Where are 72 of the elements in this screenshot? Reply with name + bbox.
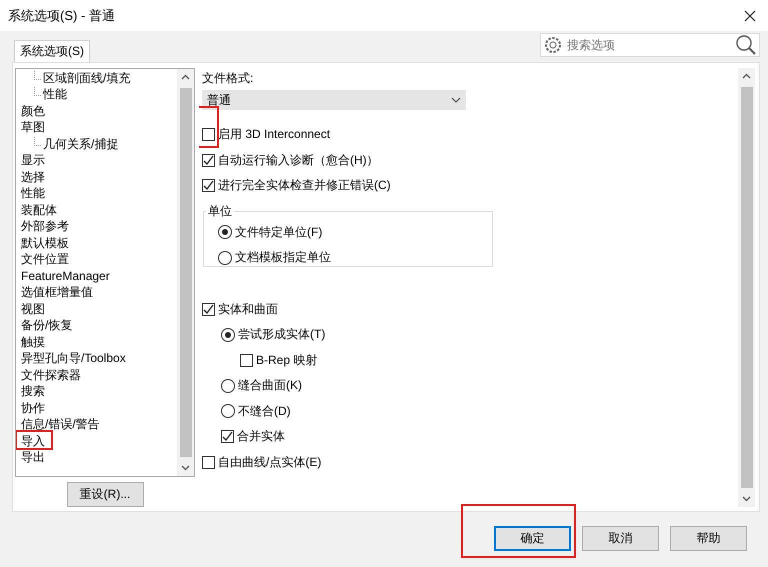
radio-button[interactable] xyxy=(221,404,235,418)
tree-connector-icon xyxy=(34,136,41,146)
tree-item[interactable]: 文件位置 xyxy=(21,251,69,268)
settings-icon[interactable] xyxy=(543,35,563,55)
tree-item[interactable]: 备份/恢复 xyxy=(21,317,72,334)
group-title: 单位 xyxy=(207,202,233,220)
radio-label: 不缝合(D) xyxy=(238,402,291,420)
checkbox[interactable] xyxy=(202,456,215,469)
checkbox[interactable] xyxy=(202,179,215,192)
radio-button[interactable] xyxy=(218,225,232,240)
checkbox[interactable] xyxy=(221,430,234,444)
checkbox-label: 自动运行输入诊断（愈合(H)） xyxy=(218,152,379,169)
checkmark-icon xyxy=(203,180,214,192)
radio-label: 文档模板指定单位 xyxy=(235,249,331,266)
tree-item[interactable]: 选择 xyxy=(21,168,45,186)
tree-item[interactable]: 装配体 xyxy=(21,202,57,219)
tree-item[interactable]: 导入 xyxy=(21,432,45,450)
tree-item[interactable]: 搜索 xyxy=(21,383,45,400)
tree-item[interactable]: 异型孔向导/Toolbox xyxy=(21,350,126,368)
tab[interactable]: 系统选项(S) xyxy=(14,40,90,62)
tree-item[interactable]: 协作 xyxy=(21,400,45,417)
checkbox[interactable] xyxy=(240,354,253,367)
dialog-button[interactable]: 取消 xyxy=(582,526,659,551)
checkbox[interactable] xyxy=(202,128,215,142)
reset-button[interactable]: 重设(R)... xyxy=(66,482,144,507)
checkmark-icon xyxy=(222,431,233,442)
tree-item[interactable]: 区域剖面线/填充 xyxy=(43,70,130,87)
format-dropdown[interactable]: 普通 xyxy=(202,90,466,110)
radio-label: 缝合曲面(K) xyxy=(238,377,302,394)
scrollbar[interactable] xyxy=(177,69,194,476)
tree-item[interactable]: 选值框增量值 xyxy=(21,284,93,302)
tree-item[interactable]: 文件探索器 xyxy=(21,366,81,384)
field-label: 文件格式: xyxy=(202,70,254,87)
scrollbar-thumb[interactable] xyxy=(740,87,752,488)
scrollbar-thumb[interactable] xyxy=(180,88,192,458)
search-icon[interactable] xyxy=(735,34,757,56)
dialog-button[interactable]: 帮助 xyxy=(670,526,747,551)
tree-item[interactable]: 颜色 xyxy=(21,102,45,120)
tree-item[interactable]: 导出 xyxy=(21,449,45,466)
checkmark-icon xyxy=(203,154,214,166)
tree-item[interactable]: 几何关系/捕捉 xyxy=(43,136,118,153)
close-icon[interactable] xyxy=(744,10,756,22)
radio-button[interactable] xyxy=(218,250,232,265)
radio-label: 尝试形成实体(T) xyxy=(238,326,326,344)
checkbox-label: 自由曲线/点实体(E) xyxy=(218,454,322,471)
checkbox-label: 进行完全实体检查并修正错误(C) xyxy=(218,177,391,194)
tree-item[interactable]: FeatureManager xyxy=(21,269,110,284)
radio-label: 文件特定单位(F) xyxy=(235,224,322,241)
checkbox-label: 启用 3D Interconnect xyxy=(218,126,330,144)
tree-item[interactable]: 默认模板 xyxy=(21,234,69,252)
chevron-down-icon xyxy=(451,97,461,103)
checkbox[interactable] xyxy=(202,302,215,316)
checkbox-label: 合并实体 xyxy=(237,428,285,446)
search-input[interactable]: 搜索选项 xyxy=(565,37,733,53)
checkbox[interactable] xyxy=(202,154,215,167)
tree-item[interactable]: 触摸 xyxy=(21,334,45,351)
tree-item[interactable]: 显示 xyxy=(21,152,45,170)
scrollbar[interactable] xyxy=(738,68,755,507)
tree-item[interactable]: 性能 xyxy=(43,86,67,104)
radio-button[interactable] xyxy=(221,378,235,393)
checkbox-label: 实体和曲面 xyxy=(218,300,278,318)
tree-item[interactable]: 性能 xyxy=(21,185,45,202)
tree-item[interactable]: 草图 xyxy=(21,119,45,136)
checkmark-icon xyxy=(203,304,214,315)
dialog-button[interactable]: 确定 xyxy=(494,526,571,551)
tree-item[interactable]: 信息/错误/警告 xyxy=(21,416,100,434)
tree-item[interactable]: 外部参考 xyxy=(21,218,69,236)
search-bar[interactable]: 搜索选项 xyxy=(540,33,760,57)
tree-item[interactable]: 视图 xyxy=(21,300,45,318)
window-title: 系统选项(S) - 普通 xyxy=(8,6,115,24)
radio-button[interactable] xyxy=(221,328,235,342)
checkbox-label: B-Rep 映射 xyxy=(256,352,318,369)
